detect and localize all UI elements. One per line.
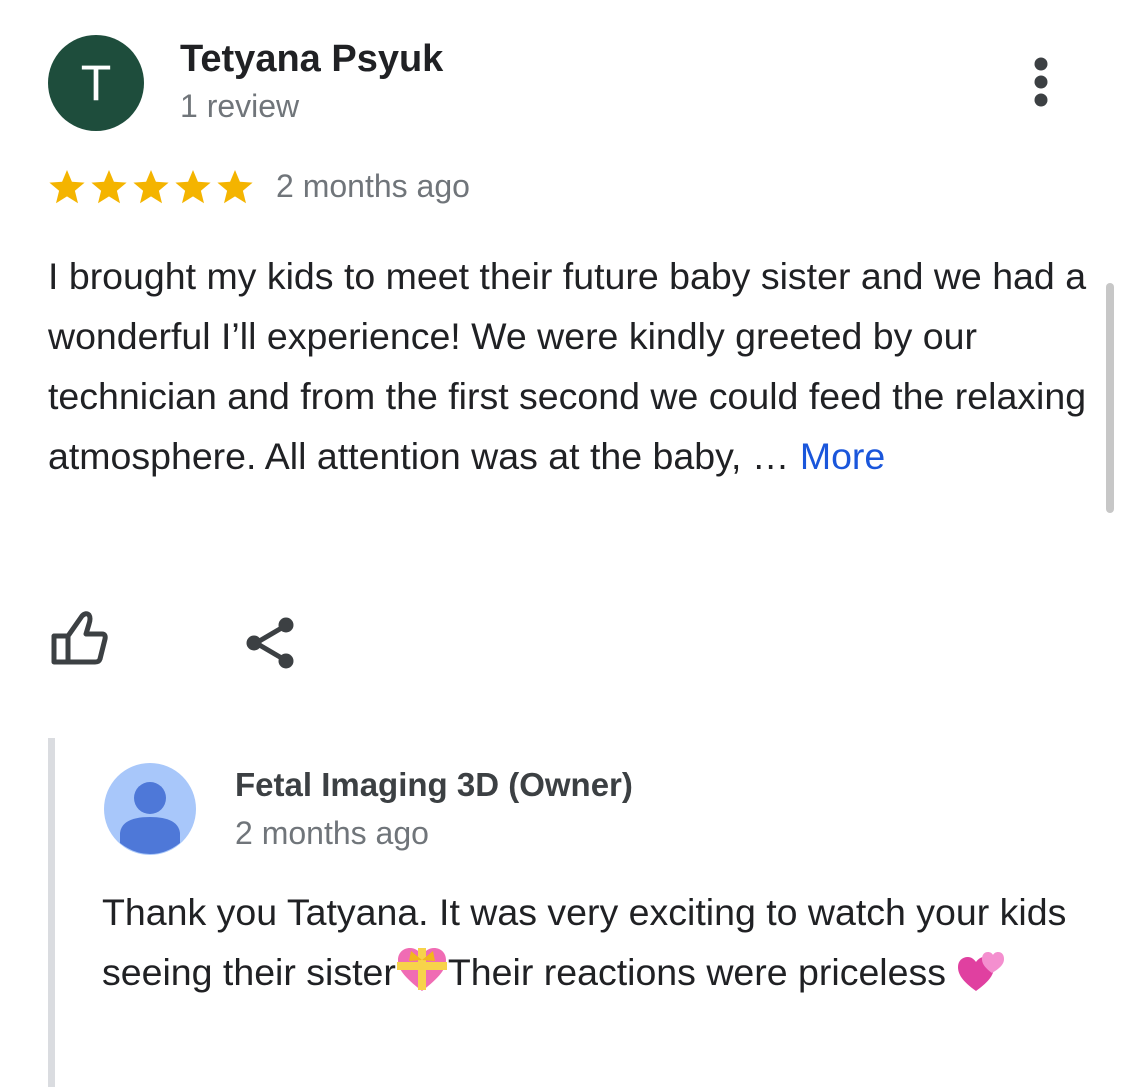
heart-with-ribbon-icon — [396, 948, 447, 991]
review-body-text: I brought my kids to meet their future b… — [48, 255, 1087, 477]
two-hearts-icon — [958, 952, 1005, 991]
reply-timestamp: 2 months ago — [235, 815, 429, 851]
star-icon — [91, 170, 127, 204]
star-rating — [46, 163, 256, 211]
star-icon — [175, 170, 211, 204]
more-vert-icon[interactable] — [1025, 56, 1057, 110]
star-icon — [217, 170, 253, 204]
share-icon[interactable] — [238, 610, 304, 676]
star-icon — [49, 170, 85, 204]
star-icon — [133, 170, 169, 204]
reply-text-part2: Their reactions were priceless — [447, 951, 957, 993]
more-link[interactable]: More — [800, 435, 885, 477]
owner-name: Fetal Imaging 3D (Owner) — [235, 766, 633, 803]
reply-text: Thank you Tatyana. It was very exciting … — [102, 882, 1092, 1002]
thumbs-up-icon[interactable] — [44, 606, 116, 672]
reviewer-review-count: 1 review — [180, 88, 300, 124]
scrollbar[interactable] — [1106, 283, 1114, 513]
default-person-avatar-icon[interactable] — [104, 763, 196, 855]
review-timestamp: 2 months ago — [276, 168, 470, 204]
reviewer-avatar[interactable]: T — [48, 35, 144, 131]
review-text: I brought my kids to meet their future b… — [48, 246, 1093, 486]
reply-indent-bar — [48, 738, 55, 1087]
reviewer-name[interactable]: Tetyana Psyuk — [180, 38, 443, 81]
